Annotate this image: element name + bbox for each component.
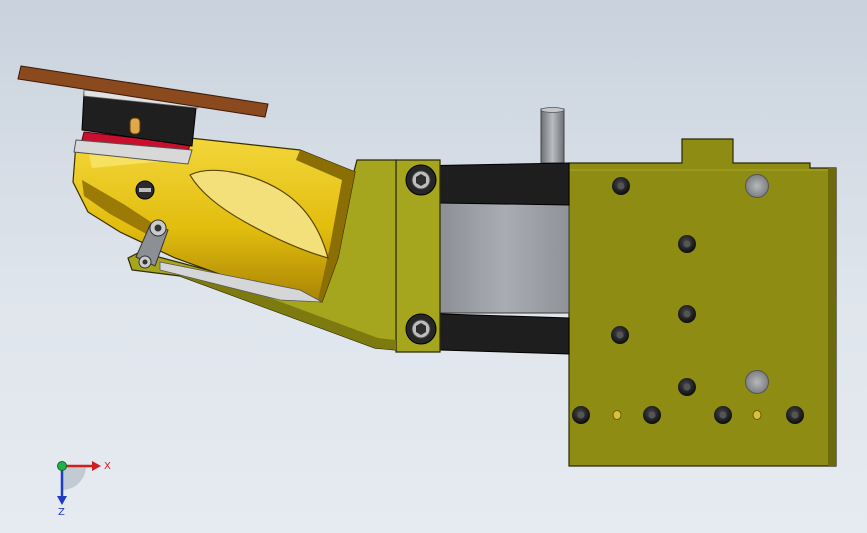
- screw-2: [678, 235, 696, 253]
- screw-4: [611, 326, 629, 344]
- locating-hole-lower: [745, 370, 769, 394]
- motor-connector: [129, 117, 141, 135]
- screw-3: [678, 305, 696, 323]
- z-arrow-head: [57, 496, 67, 505]
- screw-9: [786, 406, 804, 424]
- pivot-bolt-upper: [405, 164, 437, 196]
- screw-6: [572, 406, 590, 424]
- pivot-bolt-lower: [405, 313, 437, 345]
- y-axis-dot: [57, 461, 67, 471]
- triad-shading: [62, 466, 86, 490]
- assembly-drawing: X Z: [17, 65, 837, 518]
- plate-side-face: [828, 168, 836, 466]
- gripper-housing: [72, 137, 356, 303]
- screw-8: [714, 406, 732, 424]
- vertical-shaft: [540, 108, 565, 164]
- cad-viewport[interactable]: X Z: [0, 0, 867, 533]
- locating-hole-upper: [745, 174, 769, 198]
- mounting-plate: [568, 138, 837, 467]
- x-axis-label: X: [104, 461, 111, 472]
- x-arrow-head: [92, 461, 101, 471]
- gripper-adjust-knob: [135, 180, 155, 200]
- coordinate-triad[interactable]: X Z: [57, 461, 111, 518]
- screw-1: [612, 177, 630, 195]
- z-axis-label: Z: [58, 507, 65, 518]
- actuator-body: [439, 199, 570, 314]
- screw-5: [678, 378, 696, 396]
- screw-7: [643, 406, 661, 424]
